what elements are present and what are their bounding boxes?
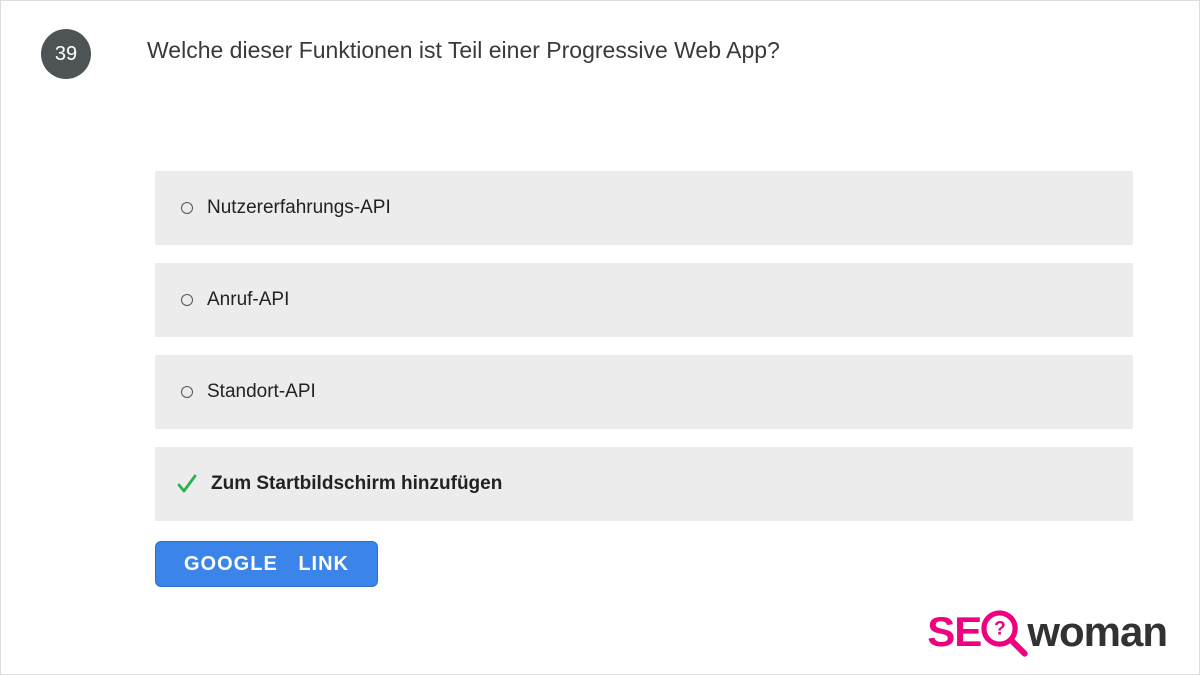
option-row[interactable]: Zum Startbildschirm hinzufügen: [155, 447, 1133, 521]
button-row: GOOGLE LINK: [155, 541, 1163, 587]
question-number-badge: 39: [41, 29, 91, 79]
option-row[interactable]: Anruf-API: [155, 263, 1133, 337]
svg-text:?: ?: [994, 619, 1005, 640]
logo-text-woman: woman: [1027, 608, 1167, 656]
quiz-card: 39 Welche dieser Funktionen ist Teil ein…: [1, 1, 1199, 674]
options-list: Nutzererfahrungs-API Anruf-API Standort-…: [155, 171, 1133, 521]
header: 39 Welche dieser Funktionen ist Teil ein…: [37, 29, 1163, 79]
radio-unchecked-icon: [181, 386, 193, 398]
option-label: Zum Startbildschirm hinzufügen: [211, 473, 502, 495]
magnifier-icon: ?: [977, 606, 1029, 658]
option-row[interactable]: Nutzererfahrungs-API: [155, 171, 1133, 245]
radio-unchecked-icon: [181, 202, 193, 214]
checkmark-icon: [175, 472, 199, 496]
question-text: Welche dieser Funktionen ist Teil einer …: [147, 29, 780, 64]
option-row[interactable]: Standort-API: [155, 355, 1133, 429]
radio-unchecked-icon: [181, 294, 193, 306]
seowoman-logo: SE ? woman: [927, 606, 1167, 658]
logo-text-se: SE: [927, 608, 981, 656]
google-link-button[interactable]: GOOGLE LINK: [155, 541, 378, 587]
option-label: Anruf-API: [207, 289, 289, 311]
option-label: Nutzererfahrungs-API: [207, 197, 391, 219]
question-number: 39: [55, 43, 77, 66]
option-label: Standort-API: [207, 381, 316, 403]
